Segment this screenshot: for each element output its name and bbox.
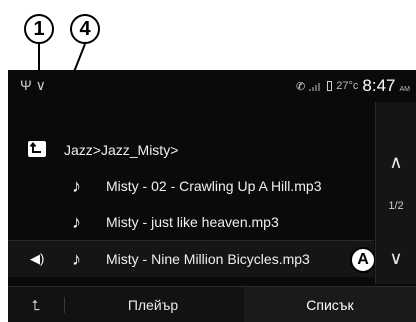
temperature-label: 27°c <box>336 80 359 92</box>
music-note-icon: ♪ <box>72 211 81 232</box>
music-note-icon: ♪ <box>72 175 81 196</box>
chevron-down-icon: ∨ <box>389 247 403 268</box>
scroll-panel: ∧ 1/2 ∨ <box>375 102 416 284</box>
track-row-playing[interactable]: ◀) ♪ Misty - Nine Million Bicycles.mp3 A <box>8 240 376 277</box>
callout-4: 4 <box>70 14 100 44</box>
folder-path: Jazz>Jazz_Misty> <box>64 142 179 158</box>
scroll-up-button[interactable]: ∧ <box>376 132 416 192</box>
speaker-playing-icon: ◀) <box>30 251 45 266</box>
status-left-icons[interactable]: Ψ ∨ <box>20 77 46 94</box>
callout-a: A <box>350 247 376 273</box>
page-indicator: 1/2 <box>388 200 404 212</box>
list-tab[interactable]: Списък <box>244 287 416 322</box>
scroll-down-button[interactable]: ∨ <box>376 228 416 288</box>
folder-up-icon <box>28 141 46 157</box>
track-title: Misty - Nine Million Bicycles.mp3 <box>106 251 310 267</box>
clock-time: 8:47 <box>362 76 396 95</box>
callout-1: 1 <box>24 14 54 44</box>
status-bar: Ψ ∨ ✆ 27°c 8:47 AM <box>8 70 416 102</box>
phone-icon: ✆ <box>296 80 306 93</box>
status-right-group: ✆ 27°c 8:47 AM <box>296 76 410 96</box>
folder-up-row[interactable]: Jazz>Jazz_Misty> <box>8 132 374 168</box>
back-arrow-icon: ⮤ <box>31 296 41 313</box>
player-tab[interactable]: Плейър <box>64 287 242 322</box>
back-button[interactable]: ⮤ <box>8 287 64 322</box>
track-title: Misty - 02 - Crawling Up A Hill.mp3 <box>106 178 322 194</box>
track-title: Misty - just like heaven.mp3 <box>106 214 279 230</box>
signal-strength-icon <box>309 83 321 91</box>
battery-icon <box>327 81 333 91</box>
chevron-up-icon: ∧ <box>389 151 403 172</box>
track-row[interactable]: ♪ Misty - just like heaven.mp3 <box>8 204 374 240</box>
media-screen: Ψ ∨ ✆ 27°c 8:47 AM Jazz>Jazz_Misty> ♪ Mi… <box>8 70 416 322</box>
clock-ampm: AM <box>399 85 411 93</box>
music-note-icon: ♪ <box>72 248 81 269</box>
track-row[interactable]: ♪ Misty - 02 - Crawling Up A Hill.mp3 <box>8 168 374 204</box>
bottom-bar: ⮤ Плейър Списък <box>8 286 416 322</box>
